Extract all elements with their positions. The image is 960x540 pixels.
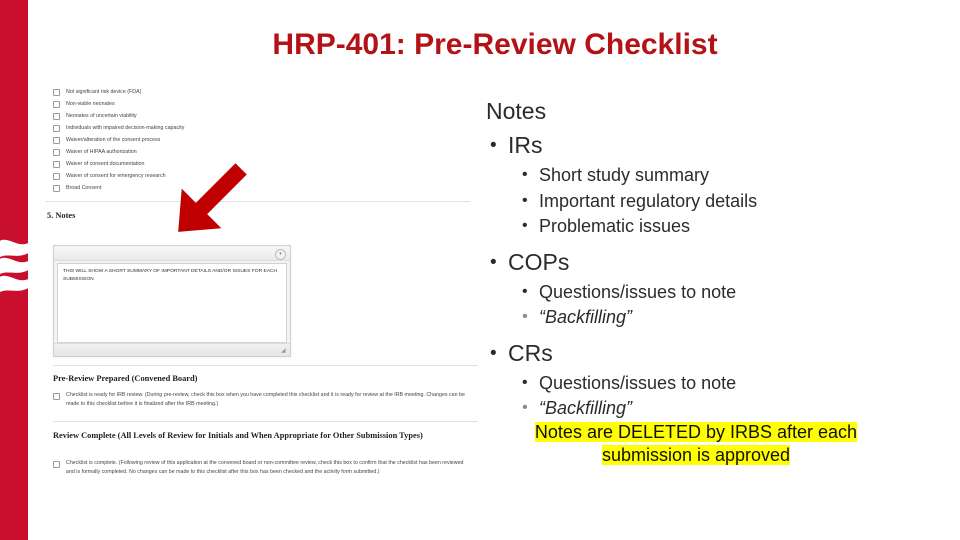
resize-grip-icon[interactable]: ◢ (281, 348, 287, 354)
prereview-checkbox-row: Checklist is ready for IRB review. (Duri… (45, 391, 470, 409)
list-item: Non-viable neonates (45, 100, 485, 109)
prereview-section-heading: Pre-Review Prepared (Convened Board) (53, 374, 198, 383)
chevron-down-icon[interactable]: ▾ (275, 248, 286, 260)
bullet-group-irs: IRs Short study summary Important regula… (486, 129, 946, 240)
bullet-group-crs: CRs Questions/issues to note “Backfillin… (486, 337, 946, 422)
list-item: Waiver of HIPAA authorization (45, 148, 485, 157)
checklist-items-group: Not significant risk device (FDA) Non-vi… (45, 88, 485, 193)
highlighted-note-line1: Notes are DELETED by IRBS after each (534, 422, 858, 442)
sub-bullet: Questions/issues to note (508, 279, 946, 306)
bullet-group-cops: COPs Questions/issues to note “Backfilli… (486, 246, 946, 331)
checkbox-icon[interactable] (53, 161, 60, 169)
list-item-label: Non-viable neonates (66, 100, 115, 107)
list-item-label: Waiver of HIPAA authorization (66, 148, 137, 155)
checkbox-icon[interactable] (53, 137, 60, 145)
divider (53, 421, 478, 422)
list-item: Individuals with impaired decision-makin… (45, 124, 485, 133)
divider (45, 201, 470, 203)
highlighted-note-line2: submission is approved (601, 445, 791, 465)
review-complete-checkbox-row: Checklist is complete. (Following review… (45, 459, 470, 477)
bullet-list-level2: Short study summary Important regulatory… (508, 162, 946, 240)
bullet-label: IRs (508, 132, 543, 158)
notes-footer-bar: ◢ (54, 343, 290, 356)
checklist-screenshot-image: Not significant risk device (FDA) Non-vi… (45, 88, 485, 503)
bullet-label: CRs (508, 340, 553, 366)
bullet-list-level2: Questions/issues to note “Backfilling” (508, 279, 946, 331)
divider (53, 365, 478, 366)
checkbox-icon[interactable] (53, 149, 60, 157)
list-item: Not significant risk device (FDA) (45, 88, 485, 97)
sub-bullet-backfilling: “Backfilling” (508, 395, 946, 422)
checkbox-icon[interactable] (53, 113, 60, 121)
bullet-label: COPs (508, 249, 569, 275)
sub-bullet: Important regulatory details (508, 188, 946, 215)
left-accent-stripe (0, 0, 28, 540)
sub-bullet: Questions/issues to note (508, 370, 946, 397)
highlighted-note: Notes are DELETED by IRBS after each sub… (486, 421, 906, 467)
checkbox-icon[interactable] (53, 461, 60, 468)
list-item: Waiver/alteration of the consent process (45, 136, 485, 145)
content-heading: Notes (486, 98, 547, 124)
checkbox-icon[interactable] (53, 393, 60, 400)
list-item-label: Neonates of uncertain viability (66, 112, 137, 119)
sub-bullet: Short study summary (508, 162, 946, 189)
bullet-list-level2: Questions/issues to note “Backfilling” (508, 370, 946, 422)
list-item: Neonates of uncertain viability (45, 112, 485, 121)
sub-bullet: Problematic issues (508, 213, 946, 240)
list-item: Waiver of consent documentation (45, 160, 485, 169)
checkbox-icon[interactable] (53, 101, 60, 109)
notes-content-column: Notes IRs Short study summary Important … (486, 95, 946, 428)
notes-section-heading: 5. Notes (47, 211, 76, 221)
notes-input[interactable]: THIS WILL SHOW A SHORT SUMMARY OF IMPORT… (57, 263, 287, 343)
list-item: Waiver of consent for emergency research (45, 172, 485, 181)
list-item-label: Not significant risk device (FDA) (66, 89, 142, 95)
list-item: Broad Consent (45, 184, 485, 193)
list-item-label: Waiver of consent for emergency research (66, 172, 166, 179)
checkbox-icon[interactable] (53, 173, 60, 181)
bullet-list-level1: IRs Short study summary Important regula… (486, 129, 946, 422)
prereview-checkbox-label: Checklist is ready for IRB review. (Duri… (66, 392, 465, 407)
list-item-label: Waiver/alteration of the consent process (66, 136, 161, 143)
list-item-label: Individuals with impaired decision-makin… (66, 124, 185, 131)
list-item-label: Waiver of consent documentation (66, 160, 145, 167)
checkbox-icon[interactable] (53, 185, 60, 193)
sub-bullet-backfilling: “Backfilling” (508, 304, 946, 331)
page-title: HRP-401: Pre-Review Checklist (272, 28, 718, 61)
checkbox-icon[interactable] (53, 125, 60, 133)
notes-toolbar: ▾ (54, 246, 290, 261)
review-complete-checkbox-label: Checklist is complete. (Following review… (66, 460, 464, 475)
checkbox-icon[interactable] (53, 89, 60, 97)
list-item-label: Broad Consent (66, 184, 102, 191)
review-complete-section-heading: Review Complete (All Levels of Review fo… (53, 431, 423, 440)
notes-textarea-widget[interactable]: ▾ THIS WILL SHOW A SHORT SUMMARY OF IMPO… (53, 245, 291, 357)
